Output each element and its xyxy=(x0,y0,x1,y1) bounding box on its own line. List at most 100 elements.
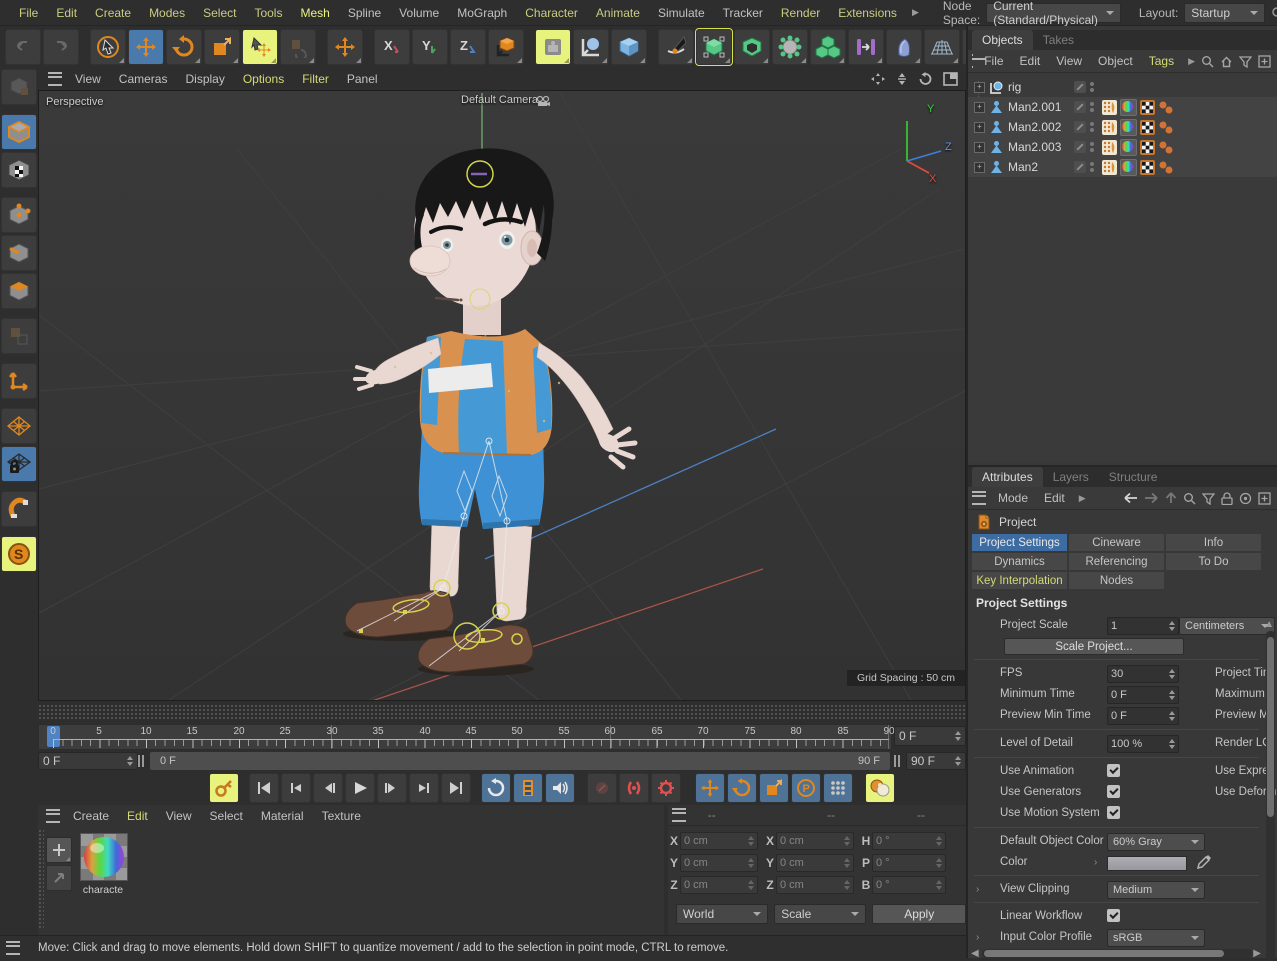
viewport-hamburger-icon[interactable] xyxy=(48,72,62,86)
coordinate-system-button[interactable] xyxy=(488,29,524,65)
material-menu-view[interactable]: View xyxy=(157,806,201,826)
checker-tag-icon[interactable] xyxy=(1140,160,1155,175)
material-menu-select[interactable]: Select xyxy=(201,806,252,826)
volume-mesher-button[interactable] xyxy=(810,29,846,65)
checker-tag-icon[interactable] xyxy=(1140,100,1155,115)
weights-dots-tag-icon[interactable] xyxy=(1158,160,1173,175)
lock-icon[interactable] xyxy=(1221,492,1233,505)
object-name[interactable]: Man2.001 xyxy=(1008,100,1074,114)
attribute-hamburger-icon[interactable] xyxy=(972,491,986,505)
use-generators-checkbox[interactable] xyxy=(1107,785,1120,798)
tweak-mode-button[interactable] xyxy=(1,318,37,354)
filter-icon[interactable] xyxy=(1202,492,1215,505)
material-name-label[interactable]: characte xyxy=(80,884,126,896)
toggle-view-icon[interactable] xyxy=(943,72,958,86)
upload-material-button[interactable] xyxy=(46,865,72,891)
scroll-right-icon[interactable]: ▶ xyxy=(1253,948,1261,959)
object-edit-toggle[interactable] xyxy=(1074,141,1086,153)
lock-x-axis-button[interactable]: X xyxy=(374,29,410,65)
section-tab-todo[interactable]: To Do xyxy=(1166,553,1261,570)
visibility-dots[interactable] xyxy=(1090,162,1094,172)
node-space-dropdown[interactable]: Current (Standard/Physical) xyxy=(986,3,1121,23)
rotate-view-icon[interactable] xyxy=(918,72,933,86)
object-menu-object[interactable]: Object xyxy=(1090,51,1141,71)
rot-p-input[interactable]: 0 ° xyxy=(872,854,946,872)
keyframe-scale-toggle[interactable] xyxy=(759,773,789,803)
attribute-vertical-scrollbar[interactable] xyxy=(1266,631,1275,961)
scale-project-button[interactable]: Scale Project... xyxy=(1004,638,1184,655)
project-scale-input[interactable]: 1 xyxy=(1107,617,1179,635)
object-row-man2[interactable]: + Man2 xyxy=(968,157,1277,177)
record-settings-button[interactable] xyxy=(651,773,681,803)
range-right-grip[interactable] xyxy=(892,752,902,770)
goto-prev-key-button[interactable] xyxy=(281,773,311,803)
menu-spline[interactable]: Spline xyxy=(339,2,390,24)
material-menu-texture[interactable]: Texture xyxy=(313,806,370,826)
preview-min-time-input[interactable]: 0 F xyxy=(1107,707,1179,725)
menu-simulate[interactable]: Simulate xyxy=(649,2,714,24)
object-edit-toggle[interactable] xyxy=(1074,81,1086,93)
object-row-man2-002[interactable]: + Man2.002 xyxy=(968,117,1277,137)
range-start-spinner[interactable]: 0 F xyxy=(38,752,138,770)
checker-tag-icon[interactable] xyxy=(1140,140,1155,155)
coordinate-mode-dropdown[interactable]: Scale xyxy=(774,904,866,924)
timeline-ruler[interactable]: 0 5 10 15 20 25 30 35 40 45 50 55 60 65 … xyxy=(38,724,892,750)
live-selection-button[interactable] xyxy=(90,29,126,65)
use-animation-checkbox[interactable] xyxy=(1107,764,1120,777)
filter-icon[interactable] xyxy=(1239,55,1252,68)
object-row-man2-001[interactable]: + Man2.001 xyxy=(968,97,1277,117)
weight-tag-icon[interactable] xyxy=(1102,100,1117,115)
weight-tag-icon[interactable] xyxy=(1102,160,1117,175)
polygons-mode-button[interactable] xyxy=(1,273,37,309)
tab-layers[interactable]: Layers xyxy=(1043,467,1099,487)
tab-attributes[interactable]: Attributes xyxy=(972,467,1043,487)
input-profile-expand-icon[interactable]: › xyxy=(976,932,979,943)
add-panel-icon[interactable] xyxy=(1258,55,1271,68)
pos-y-input[interactable]: 0 cm xyxy=(680,854,758,872)
object-edit-toggle[interactable] xyxy=(1074,161,1086,173)
back-arrow-icon[interactable] xyxy=(1123,492,1138,504)
default-object-color-dropdown[interactable]: 60% Gray xyxy=(1107,833,1205,851)
points-mode-button[interactable] xyxy=(1,197,37,233)
search-icon[interactable] xyxy=(1271,6,1277,20)
object-edit-toggle[interactable] xyxy=(1074,101,1086,113)
extrude-object-button[interactable] xyxy=(734,29,770,65)
lock-y-axis-button[interactable]: Y xyxy=(412,29,448,65)
rotate-tool-button[interactable] xyxy=(166,29,202,65)
viewport-menu-filter[interactable]: Filter xyxy=(293,69,338,89)
object-menu-file[interactable]: File xyxy=(976,51,1011,71)
object-name[interactable]: Man2.002 xyxy=(1008,120,1074,134)
object-row-rig[interactable]: + rig xyxy=(968,77,1277,97)
up-arrow-icon[interactable] xyxy=(1165,492,1177,504)
section-tab-referencing[interactable]: Referencing xyxy=(1069,553,1164,570)
material-thumbnail[interactable] xyxy=(80,833,128,881)
home-icon[interactable] xyxy=(1220,55,1233,68)
material-menu-edit[interactable]: Edit xyxy=(118,806,157,826)
viewport-menu-options[interactable]: Options xyxy=(234,69,293,89)
texture-tag-icon[interactable] xyxy=(1120,159,1137,176)
add-panel-icon[interactable] xyxy=(1258,492,1271,505)
texture-tag-icon[interactable] xyxy=(1120,119,1137,136)
tweak-tool-button[interactable] xyxy=(280,29,316,65)
menu-tools[interactable]: Tools xyxy=(245,2,291,24)
visibility-dots[interactable] xyxy=(1090,102,1094,112)
tab-objects[interactable]: Objects xyxy=(972,30,1033,50)
weights-dots-tag-icon[interactable] xyxy=(1158,140,1173,155)
section-tab-key-interpolation[interactable]: Key Interpolation xyxy=(972,572,1067,589)
minimum-time-input[interactable]: 0 F xyxy=(1107,686,1179,704)
texture-mode-button[interactable] xyxy=(1,152,37,188)
attribute-menu-mode[interactable]: Mode xyxy=(990,488,1036,508)
status-hamburger-icon[interactable] xyxy=(6,941,20,955)
range-left-grip[interactable] xyxy=(136,752,146,770)
lock-z-axis-button[interactable]: Z xyxy=(450,29,486,65)
menu-overflow-icon[interactable]: ▶ xyxy=(906,7,925,18)
use-motion-system-checkbox[interactable] xyxy=(1107,806,1120,819)
current-frame-spinner[interactable]: 0 F xyxy=(894,726,966,746)
section-tab-dynamics[interactable]: Dynamics xyxy=(972,553,1067,570)
weights-dots-tag-icon[interactable] xyxy=(1158,100,1173,115)
move-tool-button[interactable] xyxy=(128,29,164,65)
quantize-button[interactable]: S xyxy=(1,536,37,572)
pos-z-input[interactable]: 0 cm xyxy=(680,876,758,894)
record-keyframe-button[interactable] xyxy=(209,773,239,803)
record-objects-button[interactable] xyxy=(619,773,649,803)
